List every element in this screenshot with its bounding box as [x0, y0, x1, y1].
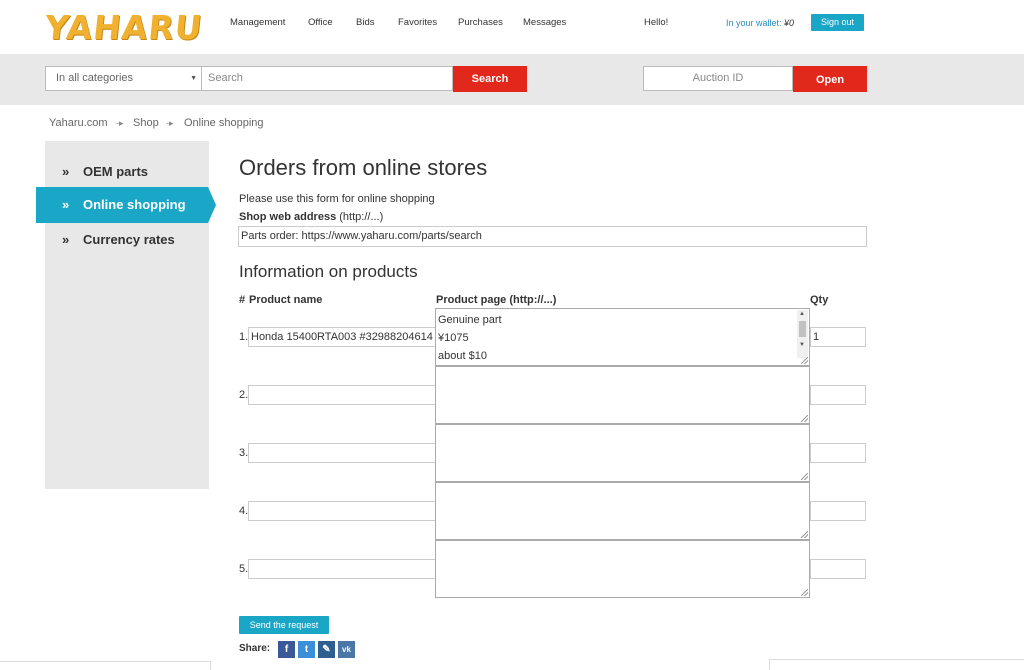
column-header-number: #: [239, 294, 246, 306]
product-name-input[interactable]: Honda 15400RTA003 #32988204614: [248, 327, 436, 347]
scroll-up-icon[interactable]: ▲: [799, 311, 805, 317]
auction-id-input[interactable]: Auction ID: [643, 66, 793, 91]
sidebar-item-currency-rates[interactable]: » Currency rates: [45, 225, 209, 255]
shop-address-label-bold: Shop web address: [239, 211, 337, 223]
row-number: 3.: [239, 447, 249, 459]
scrollbar-thumb[interactable]: [799, 321, 806, 337]
qty-input[interactable]: 1: [810, 327, 866, 347]
nav-favorites[interactable]: Favorites: [398, 17, 437, 28]
qty-input[interactable]: [810, 559, 866, 579]
page-title: Orders from online stores: [239, 155, 488, 180]
resize-grip-icon[interactable]: [801, 589, 808, 596]
search-input[interactable]: Search: [202, 66, 453, 91]
product-page-textarea[interactable]: [435, 540, 810, 598]
resize-grip-icon[interactable]: [801, 531, 808, 538]
double-chevron-icon: »: [62, 197, 70, 212]
sign-out-button[interactable]: Sign out: [811, 14, 864, 31]
nav-office[interactable]: Office: [308, 17, 333, 28]
resize-grip-icon[interactable]: [801, 357, 808, 364]
column-header-product-name: Product name: [249, 294, 323, 306]
product-page-textarea[interactable]: [435, 482, 810, 540]
search-bar: In all categories ▼ Search Search Auctio…: [0, 54, 1024, 105]
breadcrumb-home[interactable]: Yaharu.com: [49, 117, 108, 129]
resize-grip-icon[interactable]: [801, 473, 808, 480]
row-number: 1.: [239, 331, 249, 343]
product-name-input[interactable]: [248, 501, 436, 521]
sidebar-item-online-shopping[interactable]: » Online shopping: [36, 187, 216, 223]
column-header-qty: Qty: [810, 294, 829, 306]
products-section-title: Information on products: [239, 262, 418, 281]
dropdown-arrow-icon: ▼: [190, 75, 197, 82]
category-select-value: In all categories: [56, 72, 134, 84]
qty-input[interactable]: [810, 501, 866, 521]
share-label: Share:: [239, 643, 271, 654]
sidebar-item-label: Currency rates: [83, 232, 175, 247]
textarea-scrollbar[interactable]: ▲ ▼: [797, 310, 808, 358]
textarea-line: ¥1075: [438, 332, 469, 344]
product-name-input[interactable]: [248, 559, 436, 579]
qty-input[interactable]: [810, 385, 866, 405]
nav-management[interactable]: Management: [230, 17, 285, 28]
column-header-product-page: Product page (http://...): [436, 294, 557, 306]
nav-messages[interactable]: Messages: [523, 17, 566, 28]
wallet-balance[interactable]: In your wallet: ¥0: [726, 18, 794, 28]
top-header: YAHARU Management Office Bids Favorites …: [0, 0, 1024, 54]
livejournal-icon[interactable]: ✎: [318, 641, 335, 658]
arrow-right-icon: -▸: [166, 118, 174, 128]
greeting: Hello!: [644, 17, 669, 28]
scroll-down-icon[interactable]: ▼: [799, 342, 805, 348]
vk-icon[interactable]: vk: [338, 641, 355, 658]
shop-address-hint: (http://...): [339, 211, 384, 223]
product-page-textarea[interactable]: [435, 424, 810, 482]
send-request-button[interactable]: Send the request: [239, 616, 329, 634]
open-button[interactable]: Open: [793, 66, 867, 92]
breadcrumb-shop[interactable]: Shop: [133, 117, 159, 129]
facebook-icon[interactable]: f: [278, 641, 295, 658]
qty-input[interactable]: [810, 443, 866, 463]
product-name-input[interactable]: [248, 443, 436, 463]
search-button[interactable]: Search: [453, 66, 527, 92]
footer-edge-right: [769, 659, 1024, 670]
textarea-line: Genuine part: [438, 314, 502, 326]
intro-text: Please use this form for online shopping: [239, 193, 435, 205]
product-page-textarea[interactable]: Genuine part ¥1075 about $10 ▲ ▼: [435, 308, 810, 366]
resize-grip-icon[interactable]: [801, 415, 808, 422]
sidebar-item-label: OEM parts: [83, 164, 149, 179]
nav-purchases[interactable]: Purchases: [458, 17, 503, 28]
site-logo[interactable]: YAHARU: [43, 8, 205, 47]
row-number: 4.: [239, 505, 249, 517]
breadcrumb-online-shopping: Online shopping: [184, 117, 264, 129]
product-name-input[interactable]: [248, 385, 436, 405]
nav-bids[interactable]: Bids: [356, 17, 374, 28]
shop-address-input[interactable]: Parts order: https://www.yaharu.com/part…: [238, 226, 867, 247]
textarea-line: about $10: [438, 350, 487, 362]
wallet-label: In your wallet:: [726, 18, 782, 28]
double-chevron-icon: »: [62, 232, 70, 247]
row-number: 2.: [239, 389, 249, 401]
twitter-icon[interactable]: t: [298, 641, 315, 658]
arrow-right-icon: -▸: [116, 118, 124, 128]
double-chevron-icon: »: [62, 164, 70, 179]
shop-address-label: Shop web address (http://...): [239, 211, 383, 223]
category-select[interactable]: In all categories ▼: [45, 66, 202, 91]
sidebar-item-label: Online shopping: [83, 197, 186, 212]
row-number: 5.: [239, 563, 249, 575]
sidebar-item-oem-parts[interactable]: » OEM parts: [45, 157, 209, 187]
wallet-amount: ¥0: [784, 18, 795, 28]
product-page-textarea[interactable]: [435, 366, 810, 424]
